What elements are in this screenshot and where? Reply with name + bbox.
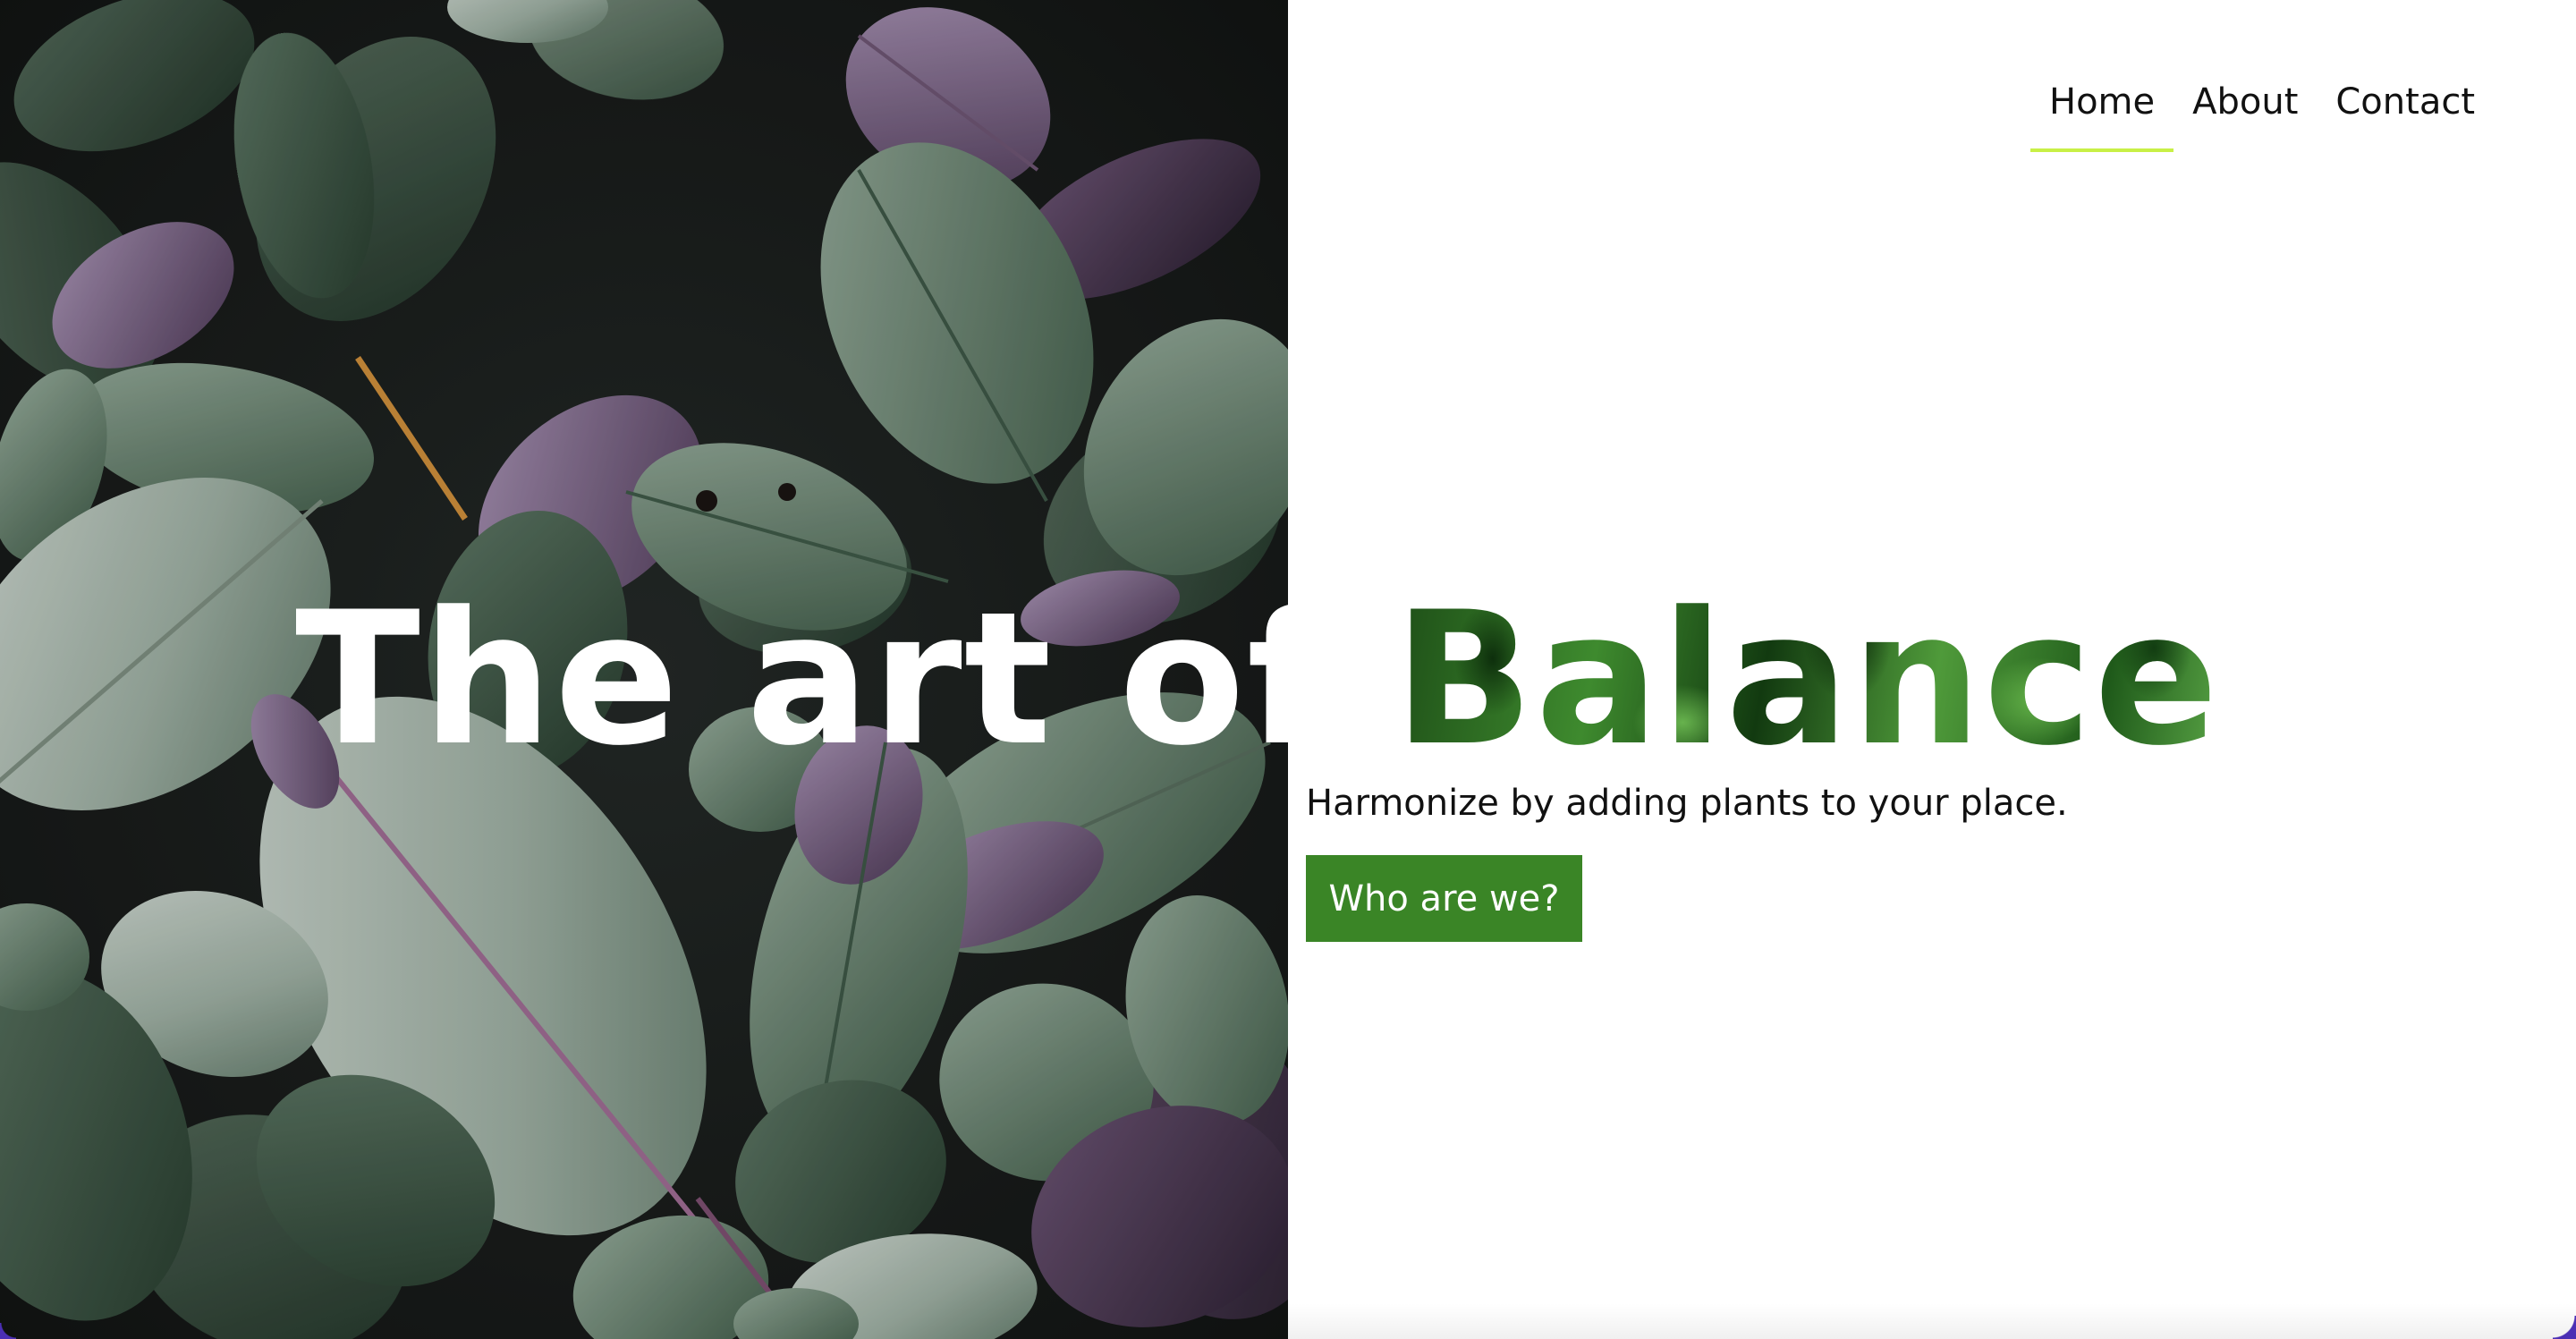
who-are-we-button[interactable]: Who are we? [1306,855,1582,942]
window-corner-left [0,1323,16,1339]
page: Home About Contact The art of Balance Ha… [0,0,2576,1339]
nav-link-contact[interactable]: Contact [2317,73,2494,152]
nav-link-about[interactable]: About [2174,73,2317,152]
hero-title-part-1: The art of [295,573,1394,786]
hero-title-part-2: Balance [1394,573,2221,786]
hero-title: The art of Balance [295,572,2221,787]
nav-link-home[interactable]: Home [2029,73,2174,152]
main-nav: Home About Contact [2029,73,2494,152]
bottom-shadow [1288,1303,2576,1339]
hero-subtitle: Harmonize by adding plants to your place… [1306,783,2068,824]
window-corner [2553,1316,2576,1339]
